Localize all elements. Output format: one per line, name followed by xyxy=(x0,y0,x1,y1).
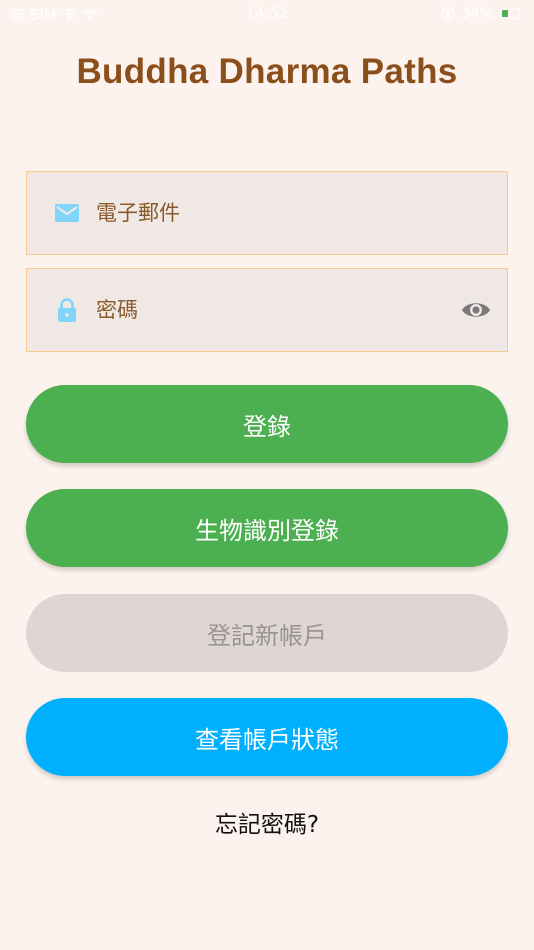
status-right: 34% xyxy=(441,4,520,22)
email-field[interactable] xyxy=(26,171,508,255)
password-field[interactable] xyxy=(26,268,508,352)
forgot-password-link[interactable]: 忘記密碼? xyxy=(0,805,534,839)
orientation-lock-icon xyxy=(441,6,454,20)
register-button[interactable]: 登記新帳戶 xyxy=(26,594,508,672)
battery-level xyxy=(502,9,509,17)
email-input[interactable] xyxy=(96,172,456,253)
eye-icon[interactable] xyxy=(461,299,491,321)
battery-percent: 34% xyxy=(460,4,494,22)
battery-icon xyxy=(500,7,520,19)
account-status-button[interactable]: 查看帳戶狀態 xyxy=(26,698,508,776)
app-title: Buddha Dharma Paths xyxy=(76,52,458,91)
status-bar: 無 SIM 卡 14:52 34% xyxy=(0,0,534,28)
password-input[interactable] xyxy=(96,269,456,350)
biometric-login-button[interactable]: 生物識別登錄 xyxy=(26,489,508,567)
login-button[interactable]: 登錄 xyxy=(26,385,508,463)
lock-icon xyxy=(58,298,76,322)
mail-icon xyxy=(55,204,79,222)
